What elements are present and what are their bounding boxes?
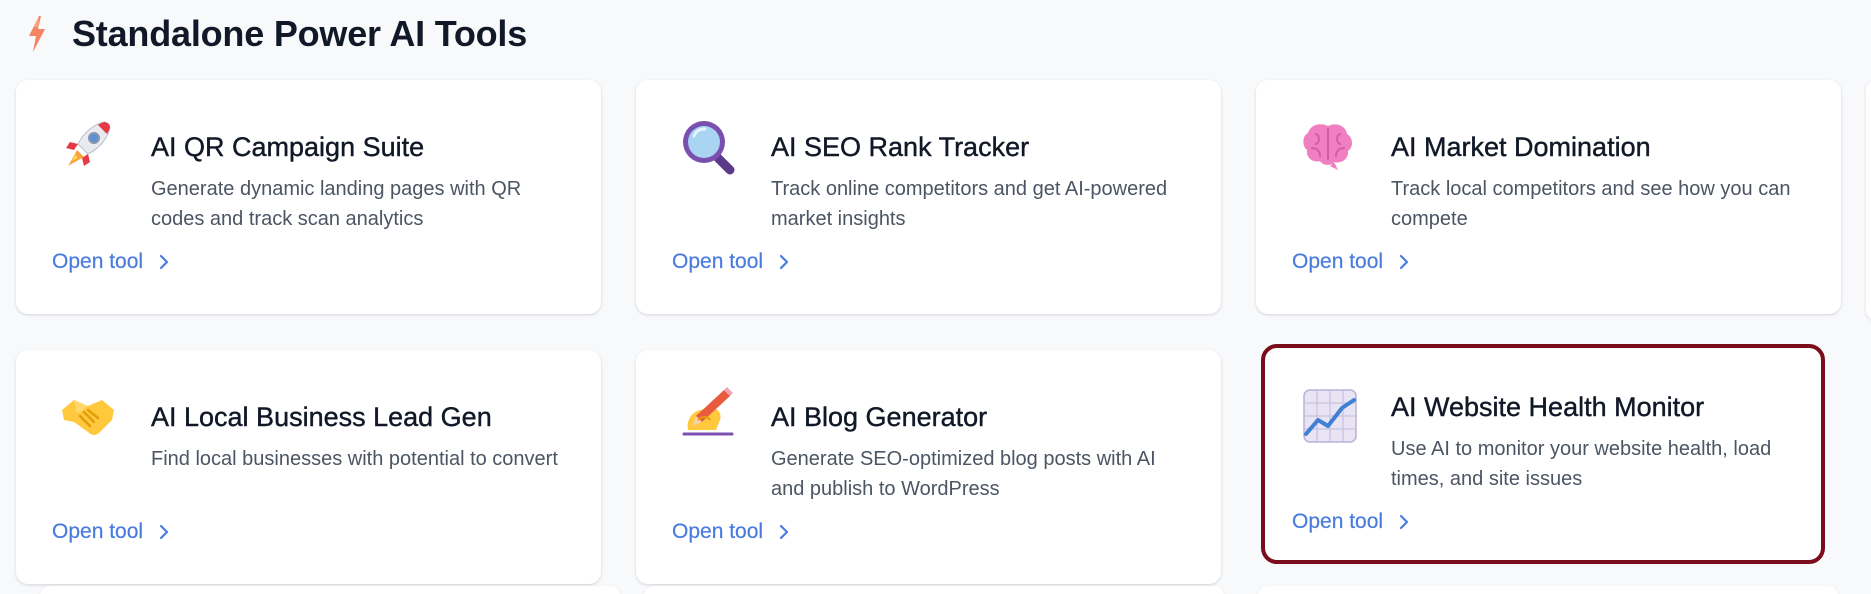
card-description: Generate dynamic landing pages with QR c…	[151, 178, 522, 230]
card-partial	[1866, 80, 1871, 320]
card-partial	[40, 586, 620, 594]
card-title: AI SEO Rank Tracker	[771, 132, 1030, 162]
open-tool-link[interactable]: Open tool	[1292, 510, 1411, 534]
open-tool-label: Open tool	[1292, 250, 1384, 273]
open-tool-link[interactable]: Open tool	[672, 250, 791, 274]
tool-card-seo-rank-tracker[interactable]: AI SEO Rank Tracker Track online competi…	[636, 80, 1221, 314]
card-description: Generate SEO-optimized blog posts with A…	[771, 448, 1156, 500]
open-tool-link[interactable]: Open tool	[52, 520, 171, 544]
open-tool-label: Open tool	[672, 520, 764, 543]
chart-increasing-icon	[1302, 388, 1362, 448]
lightning-bolt-icon	[26, 14, 50, 54]
chevron-right-icon	[779, 253, 791, 271]
brain-icon	[1298, 116, 1358, 176]
chevron-right-icon	[779, 523, 791, 541]
tool-card-qr-campaign[interactable]: AI QR Campaign Suite Generate dynamic la…	[16, 80, 601, 314]
open-tool-link[interactable]: Open tool	[52, 250, 171, 274]
tools-page: Standalone Power AI Tools AI QR Campaign…	[0, 0, 1871, 594]
card-description: Track local competitors and see how you …	[1391, 178, 1791, 230]
card-partial	[1258, 586, 1838, 594]
tool-card-local-lead-gen[interactable]: AI Local Business Lead Gen Find local bu…	[16, 350, 601, 584]
card-title: AI QR Campaign Suite	[151, 132, 425, 162]
card-title: AI Website Health Monitor	[1391, 392, 1705, 422]
card-description: Find local businesses with potential to …	[151, 448, 558, 470]
chevron-right-icon	[1399, 513, 1411, 531]
open-tool-label: Open tool	[52, 250, 144, 273]
card-description: Track online competitors and get AI-powe…	[771, 178, 1168, 230]
chevron-right-icon	[159, 253, 171, 271]
writing-hand-icon	[678, 386, 738, 446]
chevron-right-icon	[1399, 253, 1411, 271]
tool-card-blog-generator[interactable]: AI Blog Generator Generate SEO-optimized…	[636, 350, 1221, 584]
open-tool-label: Open tool	[52, 520, 144, 543]
rocket-icon	[58, 116, 118, 176]
tool-card-website-health-monitor[interactable]: AI Website Health Monitor Use AI to moni…	[1261, 344, 1825, 564]
card-partial	[644, 586, 1224, 594]
open-tool-link[interactable]: Open tool	[672, 520, 791, 544]
open-tool-label: Open tool	[672, 250, 764, 273]
card-description: Use AI to monitor your website health, l…	[1391, 438, 1772, 490]
section-title: Standalone Power AI Tools	[72, 13, 528, 54]
open-tool-label: Open tool	[1292, 510, 1384, 533]
card-title: AI Blog Generator	[771, 402, 988, 432]
chevron-right-icon	[159, 523, 171, 541]
card-title: AI Local Business Lead Gen	[151, 402, 492, 432]
card-title: AI Market Domination	[1391, 132, 1651, 162]
magnifying-glass-icon	[678, 116, 738, 176]
tool-card-market-domination[interactable]: AI Market Domination Track local competi…	[1256, 80, 1841, 314]
open-tool-link[interactable]: Open tool	[1292, 250, 1411, 274]
handshake-icon	[58, 386, 118, 446]
section-header: Standalone Power AI Tools	[26, 6, 527, 62]
